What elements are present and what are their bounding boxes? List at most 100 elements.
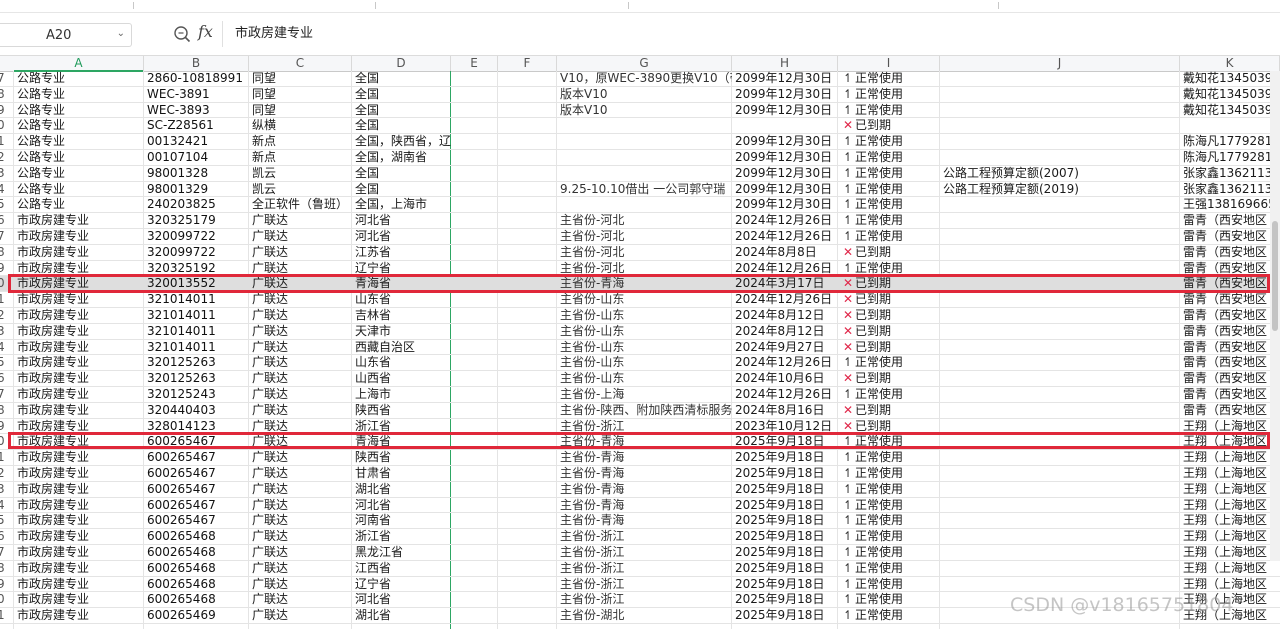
cell-a[interactable]: 市政房建专业 <box>14 403 144 418</box>
column-header-i[interactable]: I <box>838 56 940 71</box>
cell-g[interactable] <box>557 118 732 133</box>
table-row[interactable]: 3 市政房建专业 600265467 广联达 湖北省 主省份-青海 2025年9月18日 王翔… <box>0 482 1280 498</box>
cell-h[interactable]: 2025年9月18日 <box>732 529 838 544</box>
row-number[interactable]: 2 <box>0 150 9 165</box>
cell-g[interactable]: 主省份-青海 <box>557 276 732 291</box>
cell-k[interactable]: 雷青（西安地区 <box>1180 340 1280 355</box>
cell-d[interactable]: 陕西省 <box>352 403 451 418</box>
cell-j[interactable] <box>940 450 1180 465</box>
cell-h[interactable]: 2024年12月26日 <box>732 213 838 228</box>
cell-c[interactable]: 同望 <box>249 103 352 118</box>
table-row[interactable]: 2 公路专业 00107104 新点 全国，湖南省 2099年12月30日 陈海凡17792… <box>0 150 1280 166</box>
table-row[interactable]: 9 公路专业 WEC-3893 同望 全国 版本V10 2099年12月30日 戴知花1345… <box>0 103 1280 119</box>
cell-c[interactable]: 同望 <box>249 87 352 102</box>
table-row[interactable]: 6 市政房建专业 600265468 广联达 浙江省 主省份-浙江 2025年9月18日 王翔… <box>0 529 1280 545</box>
cell-h[interactable]: 2025年9月18日 <box>732 592 838 607</box>
cell-h[interactable]: 2099年12月30日 <box>732 103 838 118</box>
table-row[interactable]: 2 市政房建专业 321014011 广联达 吉林省 主省份-山东 2024年8月12日 雷青… <box>0 308 1280 324</box>
cell-j[interactable] <box>940 403 1180 418</box>
cell-k[interactable]: 雷青（西安地区 <box>1180 371 1280 386</box>
cell-c[interactable]: 广联达 <box>249 419 352 434</box>
cell-b[interactable]: 600265468 <box>144 577 249 592</box>
cell-h[interactable]: 2099年12月30日 <box>732 182 838 197</box>
cell-i[interactable]: ↿ 正常使用 <box>838 150 940 165</box>
cell-b[interactable]: 600265467 <box>144 434 249 449</box>
cell-i[interactable]: ↿ 正常使用 <box>838 261 940 276</box>
cell-a[interactable]: 市政房建专业 <box>14 308 144 323</box>
cell-k[interactable]: 陈海凡1779281 <box>1180 134 1280 149</box>
cell-g[interactable] <box>557 197 732 212</box>
cell-g[interactable]: 主省份-青海 <box>557 450 732 465</box>
cell-i[interactable]: ↿ 正常使用 <box>838 197 940 212</box>
cell-g[interactable]: 主省份-浙江 <box>557 545 732 560</box>
cell-j[interactable] <box>940 387 1180 402</box>
table-row[interactable]: 3 市政房建专业 321014011 广联达 天津市 主省份-山东 2024年8月12日 雷青… <box>0 324 1280 340</box>
cell-d[interactable]: 河北省 <box>352 213 451 228</box>
cell-j[interactable] <box>940 150 1180 165</box>
cell-b[interactable]: 00132421 <box>144 134 249 149</box>
cell-j[interactable] <box>940 513 1180 528</box>
cell-c[interactable]: 广联达 <box>249 513 352 528</box>
cell-a[interactable]: 市政房建专业 <box>14 276 144 291</box>
cell-g[interactable]: 主省份-青海 <box>557 482 732 497</box>
row-number[interactable]: 0 <box>0 592 9 607</box>
table-row[interactable]: 7 市政房建专业 320099722 广联达 河北省 主省份-河北 2024年12月26日 雷… <box>0 229 1280 245</box>
cell-g[interactable] <box>557 166 732 181</box>
cell-c[interactable]: 广联达 <box>249 608 352 623</box>
cell-a[interactable]: 市政房建专业 <box>14 482 144 497</box>
cell-g[interactable]: 主省份-山东 <box>557 292 732 307</box>
cell-b[interactable]: 98001328 <box>144 166 249 181</box>
cell-b[interactable]: 240203825 <box>144 197 249 212</box>
column-header-e[interactable]: E <box>451 56 498 71</box>
row-number[interactable]: 4 <box>0 340 9 355</box>
cell-i[interactable]: ↿ 正常使用 <box>838 561 940 576</box>
cell-h[interactable]: 2024年12月26日 <box>732 229 838 244</box>
cell-d[interactable]: 全国 <box>352 71 451 86</box>
cell-a[interactable]: 公路专业 <box>14 150 144 165</box>
cell-h[interactable]: 2025年9月18日 <box>732 482 838 497</box>
cell-i[interactable]: ↿ 正常使用 <box>838 466 940 481</box>
cell-a[interactable]: 市政房建专业 <box>14 419 144 434</box>
cell-i[interactable]: ↿ 正常使用 <box>838 529 940 544</box>
cell-h[interactable]: 2024年8月8日 <box>732 245 838 260</box>
cell-j[interactable] <box>940 103 1180 118</box>
cell-d[interactable]: 山东省 <box>352 355 451 370</box>
cell-b[interactable]: 320013552 <box>144 276 249 291</box>
cell-d[interactable]: 湖北省 <box>352 482 451 497</box>
cell-i[interactable]: ↿ 正常使用 <box>838 482 940 497</box>
cell-b[interactable]: 320325192 <box>144 261 249 276</box>
cell-c[interactable]: 新点 <box>249 150 352 165</box>
row-number[interactable]: 0 <box>0 276 9 291</box>
cell-c[interactable]: 广联达 <box>249 577 352 592</box>
cell-k[interactable]: 张家鑫1362113 <box>1180 166 1280 181</box>
table-row[interactable]: 8 市政房建专业 600265468 广联达 江西省 主省份-浙江 2025年9月18日 王翔… <box>0 561 1280 577</box>
cell-h[interactable]: 2024年9月27日 <box>732 340 838 355</box>
cell-k[interactable]: 王翔（上海地区 <box>1180 450 1280 465</box>
cell-i[interactable]: ✕ 已到期 <box>838 276 940 291</box>
cell-k[interactable]: 王翔（上海地区 <box>1180 561 1280 576</box>
cell-d[interactable]: 全国 <box>352 166 451 181</box>
row-number[interactable]: 3 <box>0 482 9 497</box>
row-number[interactable]: 2 <box>0 308 9 323</box>
row-number[interactable]: 9 <box>0 577 9 592</box>
cell-j[interactable]: 公路工程预算定额(2019) <box>940 182 1180 197</box>
cell-j[interactable] <box>940 276 1180 291</box>
cell-i[interactable]: ↿ 正常使用 <box>838 450 940 465</box>
cell-i[interactable]: ✕ 已到期 <box>838 371 940 386</box>
cell-h[interactable]: 2025年9月18日 <box>732 466 838 481</box>
table-row[interactable]: 7 市政房建专业 600265468 广联达 黑龙江省 主省份-浙江 2025年9月18日 王… <box>0 545 1280 561</box>
cell-a[interactable]: 市政房建专业 <box>14 592 144 607</box>
cell-d[interactable]: 全国 <box>352 182 451 197</box>
cell-d[interactable]: 辽宁省 <box>352 261 451 276</box>
cell-d[interactable]: 全国，陕西省，辽宁省 <box>352 134 451 149</box>
row-number[interactable]: 9 <box>0 419 9 434</box>
cell-c[interactable]: 广联达 <box>249 229 352 244</box>
table-row[interactable]: 4 公路专业 98001329 凯云 全国 9.25-10.10借出 一公司郭守瑞 2099… <box>0 182 1280 198</box>
cell-k[interactable]: 王强138169665 <box>1180 197 1280 212</box>
cell-b[interactable]: 600265468 <box>144 545 249 560</box>
zoom-icon[interactable] <box>172 24 192 44</box>
cell-i[interactable]: ✕ 已到期 <box>838 118 940 133</box>
cell-i[interactable]: ↿ 正常使用 <box>838 355 940 370</box>
table-row[interactable]: 9 市政房建专业 600265468 广联达 辽宁省 主省份-浙江 2025年9月18日 王翔… <box>0 577 1280 593</box>
cell-g[interactable]: 主省份-河北 <box>557 245 732 260</box>
